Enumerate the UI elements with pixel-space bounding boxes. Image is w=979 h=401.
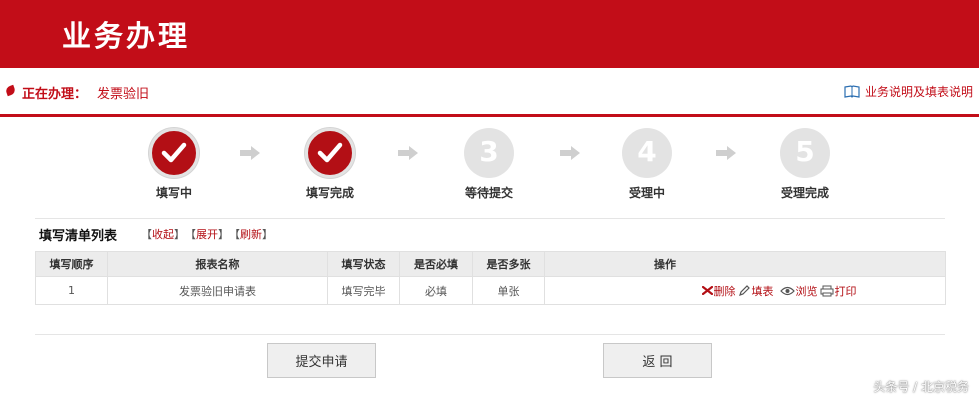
cell-status: 填写完毕 [327, 276, 400, 305]
list-header: 填写清单列表 【收起】 【展开】 【刷新】 [39, 226, 273, 244]
page-title: 业务办理 [62, 19, 191, 53]
eye-icon [779, 286, 795, 295]
step-2: 填写完成 [285, 128, 375, 201]
printer-icon [820, 285, 833, 296]
column-header: 报表名称 [107, 251, 328, 277]
cell-actions: 删除 填表 浏览 打印 [544, 276, 946, 305]
checkmark-icon [161, 142, 187, 163]
step-1: 填写中 [129, 128, 219, 201]
step-2-label: 填写完成 [305, 186, 354, 200]
step-3-label: 等待提交 [464, 186, 513, 200]
column-header: 填写顺序 [35, 251, 108, 277]
arrow-right-icon [716, 146, 736, 160]
step-3-circle: 3 [464, 128, 514, 178]
arrow-right-icon [240, 146, 260, 160]
step-4-circle: 4 [622, 128, 672, 178]
step-4-label: 受理中 [628, 186, 665, 200]
cell-order: 1 [35, 276, 108, 305]
step-4: 4 受理中 [602, 128, 692, 201]
cell-required: 必填 [399, 276, 473, 305]
status-label: 正在办理： [22, 87, 88, 102]
cell-name: 发票验旧申请表 [107, 276, 328, 305]
top-banner: 业务办理 [0, 0, 979, 68]
status-bar: 正在办理： 发票验旧 业务说明及填表说明 [0, 72, 979, 114]
help-link-label: 业务说明及填表说明 [864, 85, 973, 99]
print-action[interactable]: 打印 [820, 283, 857, 299]
back-button[interactable]: 返 回 [603, 343, 712, 378]
fill-form-action[interactable]: 填表 [738, 283, 774, 299]
step-5-label: 受理完成 [780, 186, 829, 200]
column-header: 操作 [544, 251, 946, 277]
step-4-number: 4 [637, 135, 657, 168]
leaf-icon [4, 84, 17, 97]
section-divider [35, 218, 945, 219]
collapse-link[interactable]: 【收起】 [141, 226, 185, 242]
step-2-circle [305, 128, 355, 178]
delete-icon [701, 286, 713, 295]
arrow-right-icon [560, 146, 580, 160]
column-header: 是否必填 [399, 251, 473, 277]
step-5: 5 受理完成 [760, 128, 850, 201]
browse-action[interactable]: 浏览 [779, 283, 818, 299]
watermark: 头条号 / 北京税务 [873, 380, 969, 394]
bottom-divider [35, 334, 945, 335]
form-list-table: 填写顺序 报表名称 填写状态 是否必填 是否多张 操作 1 发票验旧申请表 填写… [35, 251, 946, 305]
progress-steps: 填写中 填写完成 3 等待提交 4 受理中 5 受理完成 [0, 128, 979, 208]
list-title: 填写清单列表 [39, 228, 118, 244]
table-row: 1 发票验旧申请表 填写完毕 必填 单张 删除 填表 浏览 打印 [35, 276, 946, 305]
book-icon [844, 84, 860, 99]
table-header-row: 填写顺序 报表名称 填写状态 是否必填 是否多张 操作 [35, 251, 946, 277]
checkmark-icon [317, 142, 343, 163]
pencil-icon [738, 285, 750, 296]
refresh-link[interactable]: 【刷新】 [229, 226, 273, 242]
submit-application-button[interactable]: 提交申请 [267, 343, 376, 378]
help-link[interactable]: 业务说明及填表说明 [844, 83, 973, 100]
column-header: 填写状态 [327, 251, 400, 277]
cell-multiple: 单张 [472, 276, 545, 305]
arrow-right-icon [398, 146, 418, 160]
delete-action[interactable]: 删除 [701, 283, 736, 299]
step-1-circle [149, 128, 199, 178]
column-header: 是否多张 [472, 251, 545, 277]
expand-link[interactable]: 【展开】 [185, 226, 229, 242]
status-value: 发票验旧 [97, 87, 150, 102]
step-5-number: 5 [795, 135, 815, 168]
step-3-number: 3 [479, 135, 499, 168]
header-divider [0, 114, 979, 117]
step-3: 3 等待提交 [444, 128, 534, 201]
step-1-label: 填写中 [155, 186, 192, 200]
step-5-circle: 5 [780, 128, 830, 178]
